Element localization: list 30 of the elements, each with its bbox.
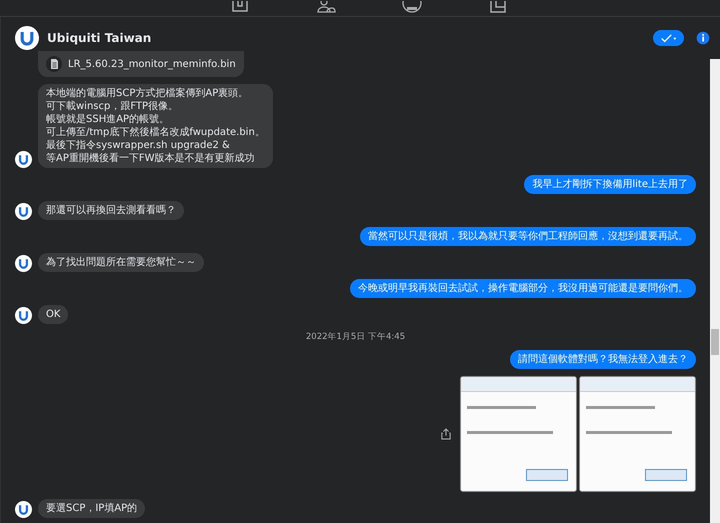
- timestamp: 2022年1月5日 下午4:45: [304, 331, 406, 343]
- message-bubble: 那還可以再換回去測看看嗎？: [38, 201, 184, 220]
- message-bubble: 請問這個軟體對嗎？我無法登入進去？: [510, 350, 696, 369]
- message-bubble: 當然可以只是很煩，我以為就只要等你們工程師回應，沒想到還要再試。: [360, 227, 696, 246]
- people-icon[interactable]: [316, 1, 336, 13]
- chat-title[interactable]: Ubiquiti Taiwan: [47, 31, 152, 45]
- document-icon: [46, 55, 62, 73]
- scrollbar[interactable]: [710, 59, 720, 523]
- message-bubble: 我早上才剛拆下換備用lite上去用了: [524, 175, 696, 194]
- avatar[interactable]: [15, 26, 39, 50]
- message-bubble: 為了找出問題所在需要您幫忙～～: [38, 253, 204, 272]
- group-icon[interactable]: [402, 1, 422, 13]
- avatar[interactable]: [15, 151, 32, 168]
- avatar[interactable]: [15, 255, 32, 272]
- message-bubble: OK: [38, 305, 68, 324]
- message-bubble: 要選SCP，IP填AP的: [38, 499, 146, 518]
- message-bubble: 本地端的電腦用SCP方式把檔案傳到AP裏頭。 可下載winscp，跟FTP很像。 帳號就是SSH進AP的帳號。 可上傳至/tmp底下然後檔名改成fwupdate.bin。 最後下指令syswrapper.sh upgrade2 & 等AP重開機後看一下FW版本是不是有更新成功: [38, 84, 273, 168]
- screenshot-thumbnail[interactable]: [579, 376, 696, 492]
- avatar[interactable]: [15, 203, 32, 220]
- message-bubble: 今晚或明早我再裝回去試試，操作電腦部分，我沒用過可能還是要問你們。: [350, 279, 696, 298]
- home-icon[interactable]: [230, 1, 250, 13]
- screenshot-thumbnail[interactable]: [460, 376, 577, 492]
- info-icon[interactable]: [696, 31, 710, 45]
- avatar[interactable]: [15, 501, 32, 518]
- avatar[interactable]: [15, 307, 32, 324]
- checkmark-icon: [660, 34, 676, 42]
- share-icon[interactable]: [441, 428, 451, 440]
- file-attachment[interactable]: LR_5.60.23_monitor_meminfo.bin: [38, 51, 244, 77]
- page-icon[interactable]: [488, 1, 508, 13]
- check-dropdown-button[interactable]: [653, 30, 684, 46]
